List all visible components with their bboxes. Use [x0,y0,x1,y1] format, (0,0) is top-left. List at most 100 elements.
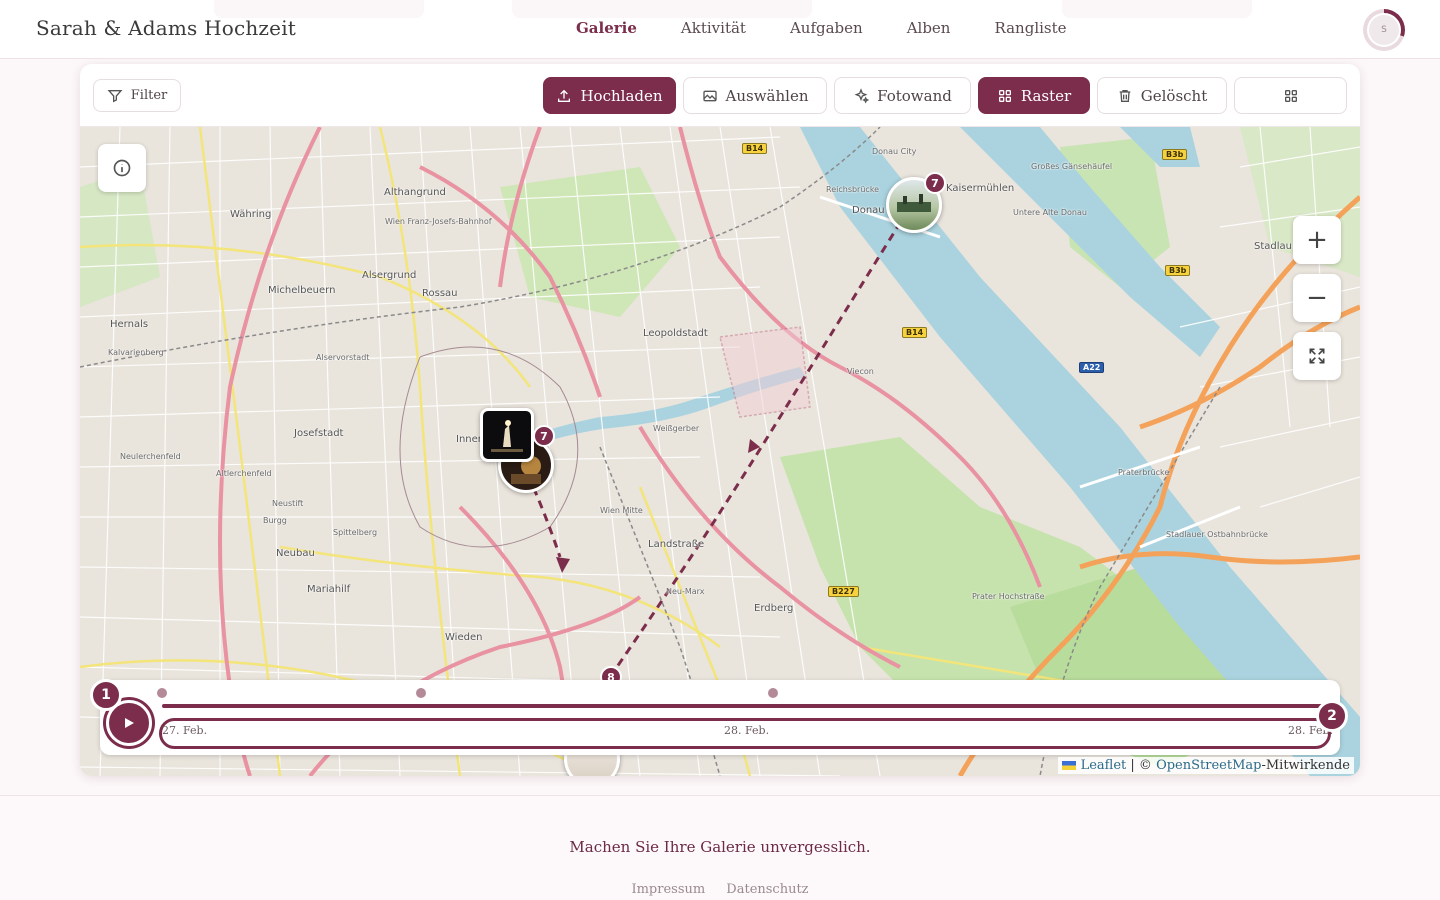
map-label: Kalvarienberg [108,348,164,357]
map-label: Hernals [110,319,149,330]
brand-title[interactable]: Sarah & Adams Hochzeit [36,16,296,40]
map-label: Stadlauer Ostbahnbrücke [1166,530,1268,539]
filter-button[interactable]: Filter [93,79,181,112]
page-footer: Machen Sie Ihre Galerie unvergesslich. I… [0,795,1440,900]
map-label: Neubau [276,548,315,559]
road-shield: B3b [1165,265,1191,276]
upload-button[interactable]: Hochladen [543,77,676,114]
map-label: Spittelberg [333,528,378,537]
deleted-button[interactable]: Gelöscht [1097,77,1227,114]
map-label: Stadlau [1254,241,1292,252]
timeline-event-dot[interactable] [768,688,778,698]
cluster-count-badge: 7 [924,172,946,194]
map-label: Kaisermühlen [946,183,1015,194]
timeline-event-dot[interactable] [416,688,426,698]
nav-rangliste[interactable]: Rangliste [994,19,1066,37]
timeline-end-marker[interactable]: 2 [1316,700,1348,732]
map-label: Donau City [872,147,917,156]
main-nav: Galerie Aktivität Aufgaben Alben Ranglis… [576,19,1111,37]
layout-toggle-button[interactable] [1234,77,1347,114]
trash-icon [1119,89,1131,102]
top-navigation-bar: Sarah & Adams Hochzeit Galerie Aktivität… [0,0,1440,59]
map-label: Währing [230,209,272,220]
map-label: Michelbeuern [268,285,336,296]
map-label: Burgg [263,516,287,525]
osm-link[interactable]: OpenStreetMap [1156,758,1261,773]
select-label: Auswählen [725,86,809,105]
map-label: Alsergrund [362,270,417,281]
grid-icon [998,89,1011,102]
user-avatar-progress[interactable]: S [1363,9,1405,51]
timeline-progress-line [162,704,1328,708]
nav-aufgaben[interactable]: Aufgaben [790,19,863,37]
play-icon [125,718,134,728]
photo-cluster-innere-stadt[interactable] [480,408,534,462]
nav-galerie[interactable]: Galerie [576,19,637,37]
map-label: Neu-Marx [666,587,705,596]
map-label: Josefstadt [294,428,344,439]
sparkles-icon [854,87,870,103]
ukraine-flag-icon [1062,761,1077,770]
zoom-in-button[interactable]: + [1293,216,1341,264]
map-label: Viecon [847,367,874,376]
road-shield: A22 [1079,362,1105,373]
upload-label: Hochladen [580,86,663,105]
map-label: Praterbrücke [1118,468,1170,477]
image-icon [702,90,717,101]
grid-view-button[interactable]: Raster [978,77,1090,114]
map-tiles [80,127,1360,776]
map-label: Erdberg [754,603,794,614]
grid-label: Raster [1020,86,1072,105]
map-label: Neustift [272,499,304,508]
plus-icon: + [1306,225,1328,255]
gallery-card: Filter Hochladen Auswählen Fotowand Rast… [80,64,1360,776]
info-icon [113,159,131,177]
map-label: Wieden [445,632,483,643]
photo-thumbnail-icon [491,420,523,452]
timeline-start-marker[interactable]: 1 [90,679,122,711]
footer-links: Impressum Datenschutz [0,878,1440,897]
map-label: Mariahilf [307,584,351,595]
photo-map[interactable]: Währing Althangrund Alsergrund Michelbeu… [80,127,1360,776]
road-shield: B3b [1162,149,1188,160]
map-label: Untere Alte Donau [1013,208,1087,217]
timeline-start-label: 27. Feb. [162,724,208,737]
timeline-panel: 27. Feb. 28. Feb. 28. Feb. [100,680,1340,755]
road-shield: B14 [902,327,928,338]
filter-label: Filter [130,88,168,103]
ghost-tab-strip [1062,0,1252,18]
map-label: Prater Hochstraße [972,592,1045,601]
nav-alben[interactable]: Alben [907,19,951,37]
zoom-out-button[interactable]: − [1293,274,1341,322]
map-label: Alservorstadt [316,353,370,362]
photowall-label: Fotowand [877,86,952,105]
select-button[interactable]: Auswählen [683,77,827,114]
fullscreen-button[interactable] [1293,332,1341,380]
map-attribution: Leaflet | © OpenStreetMap-Mitwirkende [1058,757,1354,774]
footer-tagline: Machen Sie Ihre Galerie unvergesslich. [569,838,871,856]
map-info-button[interactable] [98,144,146,192]
map-label: Wien Mitte [600,506,643,515]
timeline-event-dot[interactable] [157,688,167,698]
cluster-count-badge: 7 [533,425,555,447]
map-label: Donau [852,205,885,216]
timeline-mid-label: 28. Feb. [724,724,770,737]
map-label: Leopoldstadt [643,328,708,339]
attribution-suffix: -Mitwirkende [1261,758,1350,773]
road-shield: B227 [828,586,859,597]
upload-icon [558,89,571,102]
filter-icon [107,89,123,102]
map-label: Neulerchenfeld [120,452,181,461]
gallery-toolbar: Filter Hochladen Auswählen Fotowand Rast… [80,64,1360,127]
datenschutz-link[interactable]: Datenschutz [726,882,808,897]
impressum-link[interactable]: Impressum [631,882,705,897]
map-label: Weißgerber [653,424,700,433]
map-label: Großes Gänsehäufel [1031,162,1113,171]
map-label: Althangrund [384,187,446,198]
deleted-label: Gelöscht [1140,86,1208,105]
map-label: Altlerchenfeld [216,469,272,478]
avatar: S [1367,13,1401,47]
photowall-button[interactable]: Fotowand [834,77,971,114]
leaflet-link[interactable]: Leaflet [1081,758,1127,773]
nav-aktivitaet[interactable]: Aktivität [681,19,746,37]
